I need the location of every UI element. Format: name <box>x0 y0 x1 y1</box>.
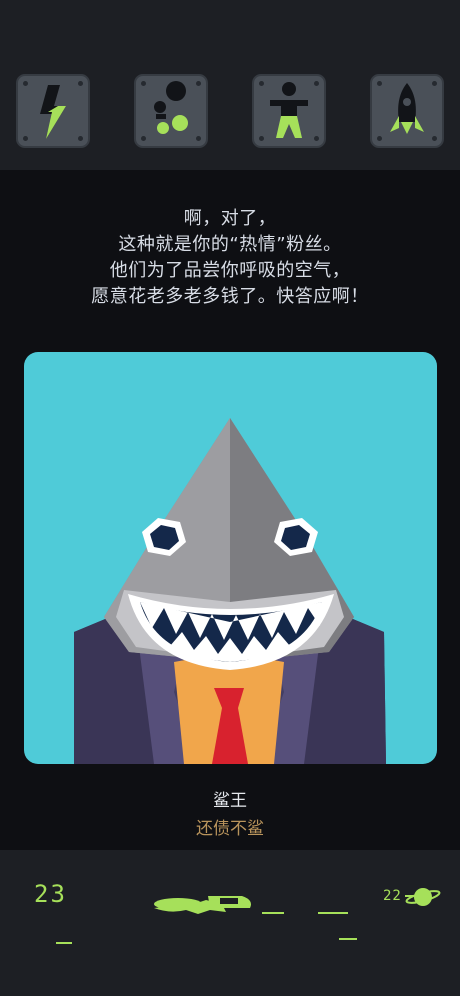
left-counter: 23 <box>34 880 67 908</box>
bottom-status-bar: 23 22 <box>0 850 460 996</box>
left-counter-marker <box>56 942 72 944</box>
character-portrait[interactable] <box>24 352 437 764</box>
story-line: 这种就是你的“热情”粉丝。 <box>118 234 342 255</box>
bubbles-icon <box>154 81 188 134</box>
rocket-icon <box>390 83 424 134</box>
shark-businessman-portrait <box>74 418 386 764</box>
track-dash <box>318 912 348 914</box>
lightning-bolt-icon <box>40 85 66 139</box>
person-tile-button[interactable] <box>252 74 326 148</box>
story-line: 他们为了品尝你呼吸的空气， <box>109 260 351 281</box>
game-screen: 啊，对了， 这种就是你的“热情”粉丝。 他们为了品尝你呼吸的空气， 愿意花老多老… <box>0 0 460 996</box>
spaceship-progress-icon <box>154 896 251 914</box>
energy-tile-button[interactable] <box>16 74 90 148</box>
track-dash <box>262 912 284 914</box>
person-icon <box>270 82 308 138</box>
character-description: 还债不鲨 <box>196 819 264 839</box>
rocket-tile-button[interactable] <box>370 74 444 148</box>
story-line: 愿意花老多老多钱了。快答应啊！ <box>91 286 369 307</box>
story-text: 啊，对了， 这种就是你的“热情”粉丝。 他们为了品尝你呼吸的空气， 愿意花老多老… <box>0 206 460 310</box>
character-name: 鲨王 <box>213 791 247 811</box>
planet-icon <box>405 888 441 906</box>
story-panel: 啊，对了， 这种就是你的“热情”粉丝。 他们为了品尝你呼吸的空气， 愿意花老多老… <box>0 170 460 850</box>
track-dash <box>339 938 357 940</box>
story-line: 啊，对了， <box>183 208 277 229</box>
top-toolbar <box>0 0 460 170</box>
bubbles-tile-button[interactable] <box>134 74 208 148</box>
right-counter: 22 <box>383 888 402 904</box>
